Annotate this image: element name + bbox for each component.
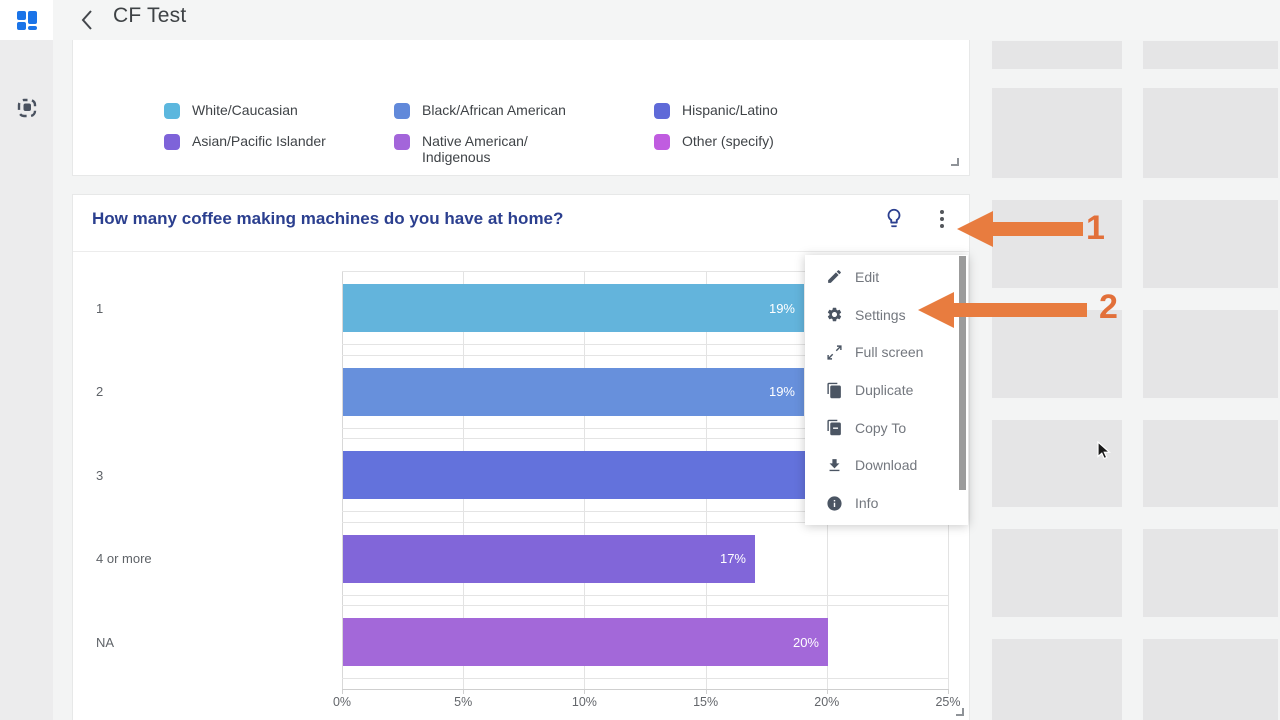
- back-button[interactable]: [74, 7, 100, 33]
- chevron-left-icon: [79, 9, 95, 31]
- copy-icon: [826, 419, 843, 436]
- legend-item: Other (specify): [654, 133, 774, 150]
- annotation-arrow-1: [950, 206, 1090, 252]
- question-thumbnail[interactable]: [992, 639, 1122, 720]
- category-label: 4 or more: [96, 522, 152, 596]
- question-thumbnail[interactable]: [1143, 310, 1278, 398]
- menu-item-label: Edit: [855, 269, 879, 285]
- question-title: How many coffee making machines do you h…: [92, 209, 792, 229]
- bar-1[interactable]: 19%: [343, 284, 804, 332]
- question-thumbnail[interactable]: [1143, 639, 1278, 720]
- left-sidebar: [0, 40, 53, 720]
- bar-NA[interactable]: 20%: [343, 618, 828, 666]
- menu-item-duplicate[interactable]: Duplicate: [805, 371, 968, 409]
- x-axis-tick: [706, 689, 707, 694]
- menu-item-label: Settings: [855, 307, 906, 323]
- bar-value-label: 17%: [720, 551, 755, 566]
- annotation-label-2: 2: [1099, 286, 1118, 328]
- legend-label: Black/African American: [422, 102, 566, 118]
- x-axis-label: 20%: [797, 695, 857, 709]
- bar-value-label: 19%: [769, 301, 804, 316]
- bar-4 or more[interactable]: 17%: [343, 535, 755, 583]
- duplicate-icon: [826, 382, 843, 399]
- question-thumbnail[interactable]: [992, 529, 1122, 617]
- menu-item-label: Duplicate: [855, 382, 913, 398]
- widget-select-icon[interactable]: [15, 96, 39, 120]
- annotation-label-1: 1: [1086, 207, 1105, 249]
- top-bar: CF Test: [0, 0, 1280, 40]
- x-axis-line: [342, 689, 948, 690]
- pencil-icon: [826, 268, 843, 285]
- x-axis-label: 15%: [676, 695, 736, 709]
- menu-item-label: Full screen: [855, 344, 923, 360]
- legend-item: White/Caucasian: [164, 102, 298, 119]
- question-thumbnail[interactable]: [992, 88, 1122, 178]
- more-options-icon[interactable]: [933, 208, 951, 230]
- legend-label: White/Caucasian: [192, 102, 298, 118]
- gear-icon: [826, 306, 843, 323]
- legend-swatch: [394, 134, 410, 150]
- dashboard-logo-icon: [15, 8, 39, 32]
- x-axis-tick: [948, 689, 949, 694]
- legend-item: Asian/Pacific Islander: [164, 133, 326, 150]
- card-divider: [73, 251, 969, 252]
- x-axis-label: 0%: [312, 695, 372, 709]
- legend-card[interactable]: White/Caucasian Black/African American His…: [72, 40, 970, 176]
- x-axis-label: 25%: [918, 695, 978, 709]
- menu-item-label: Copy To: [855, 420, 906, 436]
- app-logo[interactable]: [0, 0, 53, 40]
- annotation-arrow-2: [911, 287, 1093, 333]
- x-axis-label: 10%: [554, 695, 614, 709]
- question-thumbnail[interactable]: [992, 41, 1122, 69]
- x-axis-tick: [584, 689, 585, 694]
- category-label: 3: [96, 438, 103, 512]
- legend-swatch: [654, 103, 670, 119]
- question-thumbnail[interactable]: [1143, 420, 1278, 507]
- insights-bulb-icon[interactable]: [883, 207, 907, 231]
- legend-label: Asian/Pacific Islander: [192, 133, 326, 149]
- legend-swatch: [164, 103, 180, 119]
- menu-item-full-screen[interactable]: Full screen: [805, 333, 968, 371]
- legend-swatch: [164, 134, 180, 150]
- category-label: 2: [96, 355, 103, 429]
- category-label: NA: [96, 605, 114, 679]
- info-icon: [826, 495, 843, 512]
- x-axis-label: 5%: [433, 695, 493, 709]
- legend-item: Hispanic/Latino: [654, 102, 778, 119]
- legend-swatch: [394, 103, 410, 119]
- bar-value-label: 20%: [793, 635, 828, 650]
- x-axis-tick: [827, 689, 828, 694]
- menu-item-label: Download: [855, 457, 917, 473]
- legend-label: Native American/ Indigenous: [422, 133, 528, 165]
- download-icon: [826, 457, 843, 474]
- mouse-cursor: [1097, 441, 1117, 461]
- question-thumbnail[interactable]: [1143, 41, 1278, 69]
- menu-item-download[interactable]: Download: [805, 447, 968, 485]
- resize-handle-icon[interactable]: [951, 158, 959, 166]
- x-axis-tick: [463, 689, 464, 694]
- fullscreen-icon: [826, 344, 843, 361]
- bar-2[interactable]: 19%: [343, 368, 804, 416]
- resize-handle-icon[interactable]: [956, 708, 964, 716]
- bar-value-label: 19%: [769, 384, 804, 399]
- legend-label: Hispanic/Latino: [682, 102, 778, 118]
- app-root: CF Test White/Caucasian Black/African Ame…: [0, 0, 1280, 720]
- legend-item: Black/African American: [394, 102, 566, 119]
- legend-swatch: [654, 134, 670, 150]
- x-axis-tick: [342, 689, 343, 694]
- question-thumbnail[interactable]: [1143, 200, 1278, 288]
- category-label: 1: [96, 271, 103, 345]
- legend-label: Other (specify): [682, 133, 774, 149]
- legend-item: Native American/ Indigenous: [394, 133, 528, 165]
- menu-item-label: Info: [855, 495, 878, 511]
- question-thumbnail[interactable]: [1143, 88, 1278, 178]
- question-thumbnail[interactable]: [992, 420, 1122, 507]
- menu-item-info[interactable]: Info: [805, 484, 968, 522]
- menu-item-copy-to[interactable]: Copy To: [805, 409, 968, 447]
- page-title: CF Test: [113, 4, 186, 28]
- question-thumbnail[interactable]: [1143, 529, 1278, 617]
